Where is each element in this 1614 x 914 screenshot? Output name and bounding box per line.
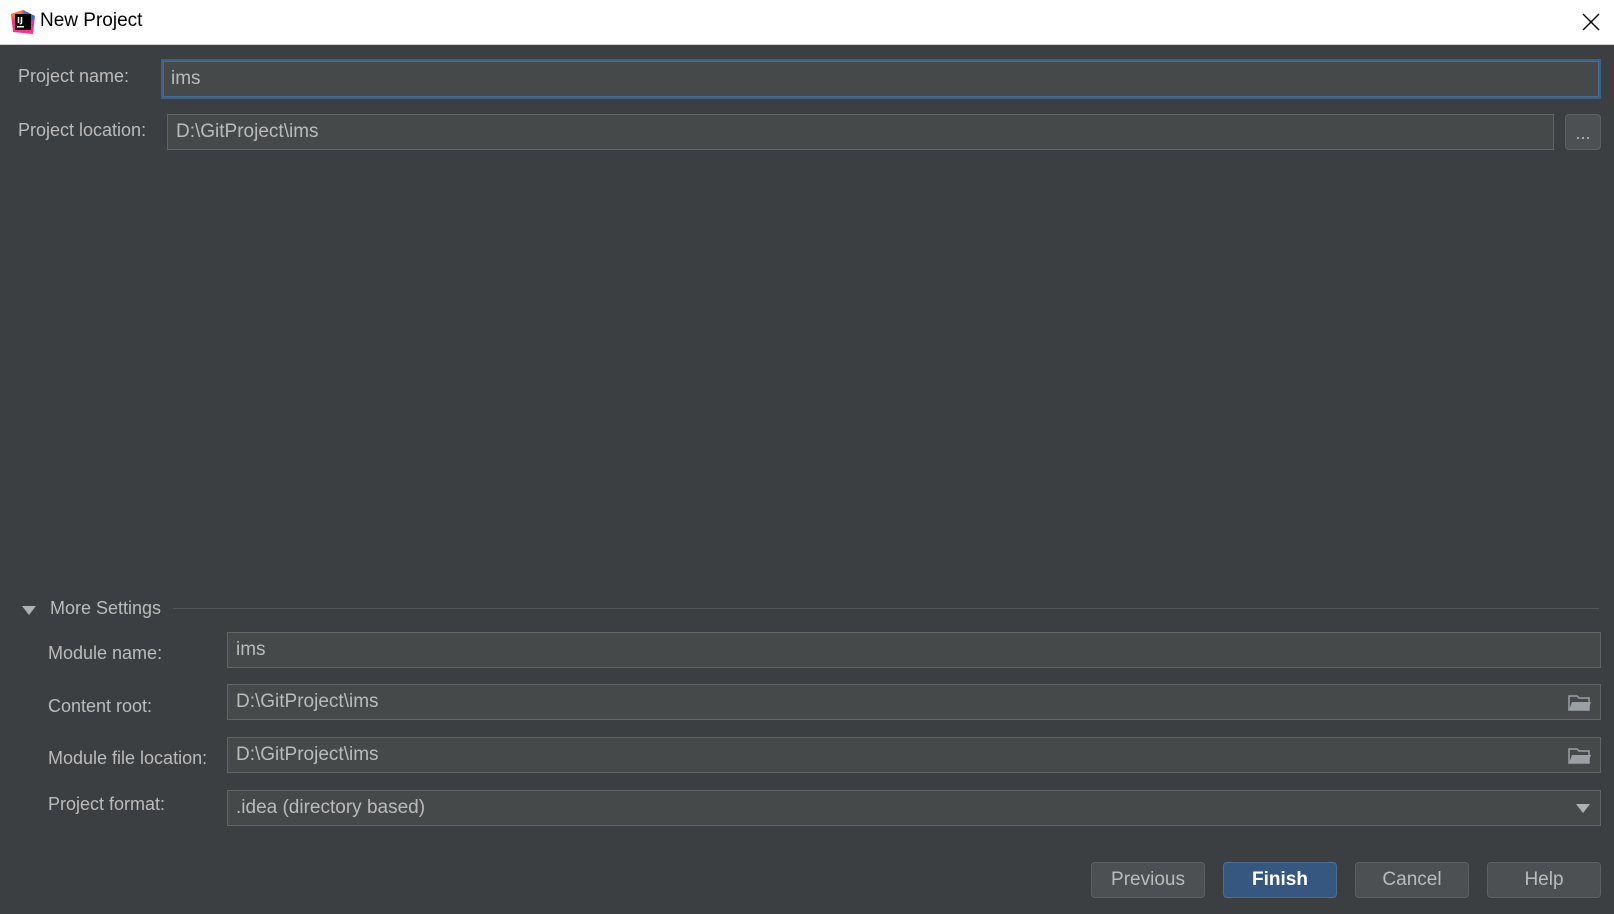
project-name-label: Project name: — [18, 66, 130, 86]
project-name-input[interactable]: ims — [161, 59, 1601, 99]
collapse-triangle-icon[interactable] — [22, 606, 36, 615]
close-icon — [1582, 13, 1600, 31]
module-name-input[interactable]: ims — [227, 632, 1601, 668]
project-format-dropdown[interactable]: .idea (directory based) — [227, 790, 1601, 826]
project-location-input[interactable]: D:\GitProject\ims — [167, 114, 1554, 150]
folder-icon[interactable] — [1568, 747, 1592, 765]
svg-text:IJ: IJ — [17, 16, 23, 25]
project-format-value: .idea (directory based) — [236, 797, 426, 818]
chevron-down-icon — [1576, 804, 1590, 813]
more-settings-toggle[interactable]: More Settings — [50, 598, 161, 619]
project-name-value: ims — [171, 68, 201, 89]
finish-button[interactable]: Finish — [1223, 862, 1337, 898]
previous-button[interactable]: Previous — [1091, 862, 1205, 898]
cancel-button[interactable]: Cancel — [1355, 862, 1469, 898]
project-format-label: Project format: — [48, 794, 166, 814]
close-button[interactable] — [1568, 0, 1614, 44]
content-root-input[interactable]: D:\GitProject\ims — [227, 684, 1601, 720]
browse-location-button[interactable]: ... — [1565, 114, 1601, 150]
module-file-location-value: D:\GitProject\ims — [236, 744, 379, 765]
module-name-label: Module name: — [48, 643, 163, 663]
content-root-value: D:\GitProject\ims — [236, 691, 379, 712]
module-file-location-input[interactable]: D:\GitProject\ims — [227, 737, 1601, 773]
module-file-location-label: Module file location: — [48, 748, 208, 768]
project-location-value: D:\GitProject\ims — [176, 121, 319, 142]
content-root-label: Content root: — [48, 696, 153, 716]
window-title: New Project — [40, 10, 143, 31]
project-location-label: Project location: — [18, 120, 147, 140]
folder-icon[interactable] — [1568, 694, 1592, 712]
help-button[interactable]: Help — [1487, 862, 1601, 898]
title-bar: IJ New Project — [0, 0, 1614, 45]
intellij-idea-icon: IJ — [11, 10, 35, 34]
section-divider — [173, 608, 1599, 609]
module-name-value: ims — [236, 639, 266, 660]
